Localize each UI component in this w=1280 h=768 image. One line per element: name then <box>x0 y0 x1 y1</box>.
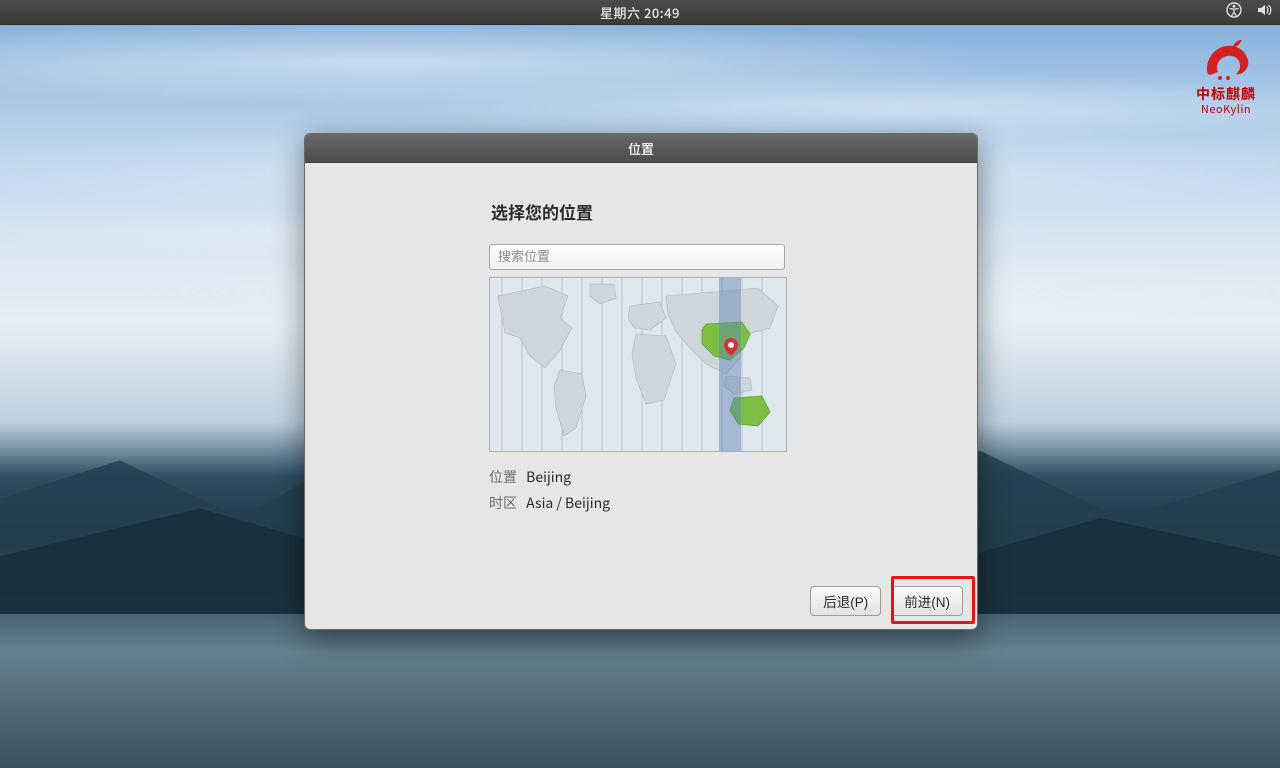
volume-icon[interactable] <box>1256 2 1272 22</box>
location-dialog: 位置 选择您的位置 <box>304 133 978 630</box>
location-pin-icon <box>724 338 738 352</box>
dialog-footer: 后退(P) 前进(N) <box>305 573 977 629</box>
dialog-titlebar[interactable]: 位置 <box>305 134 977 163</box>
timezone-row: 时区 Asia / Beijing <box>489 490 789 517</box>
timezone-value: Asia / Beijing <box>526 493 610 513</box>
top-panel: 星期六 20:49 <box>0 0 1280 25</box>
location-label: 位置 <box>489 467 517 487</box>
next-button[interactable]: 前进(N) <box>891 586 963 616</box>
clock[interactable]: 星期六 20:49 <box>600 3 680 22</box>
location-search-input[interactable] <box>489 244 785 270</box>
accessibility-icon[interactable] <box>1226 2 1242 22</box>
page-heading: 选择您的位置 <box>491 199 789 224</box>
location-value: Beijing <box>526 467 571 487</box>
location-row: 位置 Beijing <box>489 464 789 491</box>
selected-timezone-band <box>719 278 741 451</box>
back-button[interactable]: 后退(P) <box>810 586 881 616</box>
system-tray <box>1226 2 1272 22</box>
dialog-title: 位置 <box>628 139 654 158</box>
dialog-body: 选择您的位置 <box>305 163 977 629</box>
timezone-label: 时区 <box>489 493 517 513</box>
timezone-map[interactable] <box>489 277 787 452</box>
distro-logo: 中标麒麟 NeoKylin <box>1196 34 1256 116</box>
brand-name-en: NeoKylin <box>1196 103 1256 116</box>
